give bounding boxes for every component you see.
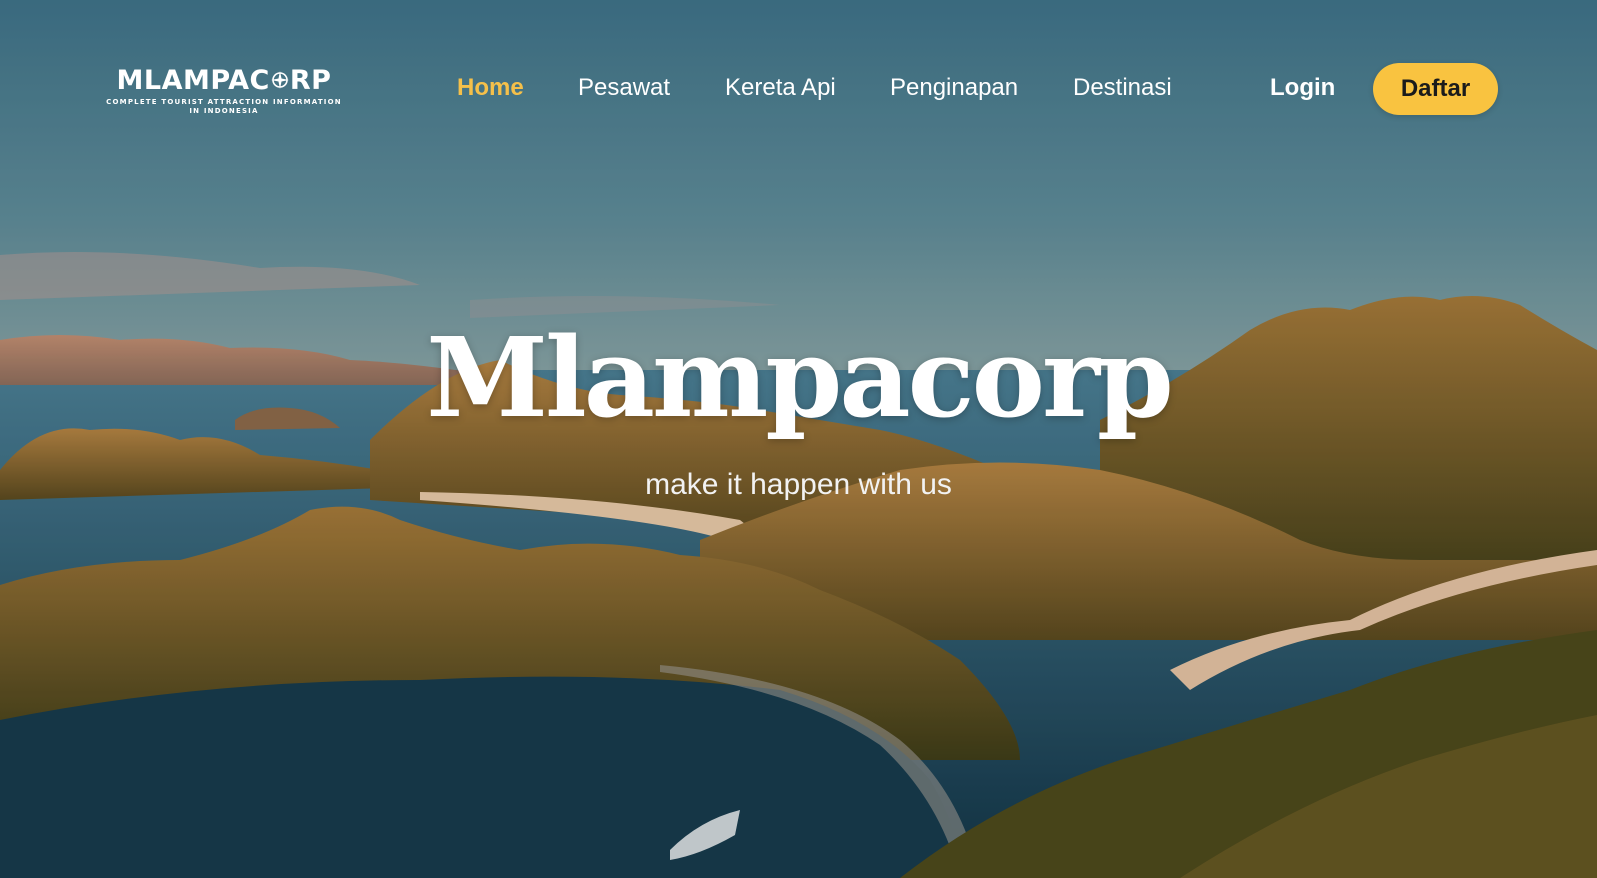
nav-item-pesawat[interactable]: Pesawat — [578, 74, 670, 102]
login-link[interactable]: Login — [1270, 74, 1335, 102]
nav-item-penginapan[interactable]: Penginapan — [890, 74, 1018, 102]
hero-title: Mlampacorp — [426, 313, 1174, 442]
nav-item-kereta-api[interactable]: Kereta Api — [725, 74, 836, 102]
brand-tagline: COMPLETE TOURIST ATTRACTION INFORMATION … — [106, 98, 342, 115]
register-button[interactable]: Daftar — [1373, 63, 1498, 115]
brand-name-left: MLAMPAC — [116, 65, 270, 96]
nav-item-destinasi[interactable]: Destinasi — [1073, 74, 1172, 102]
register-button-label: Daftar — [1400, 75, 1471, 102]
nav-item-home[interactable]: Home — [457, 74, 524, 102]
hero-subtitle: make it happen with us — [645, 468, 952, 501]
brand-name-right: RP — [289, 65, 332, 96]
compass-star-icon — [270, 71, 289, 89]
brand-wordmark: MLAMPAC RP — [104, 66, 344, 96]
brand-logo[interactable]: MLAMPAC RP COMPLETE TOURIST ATTRACTION IN… — [104, 66, 344, 116]
